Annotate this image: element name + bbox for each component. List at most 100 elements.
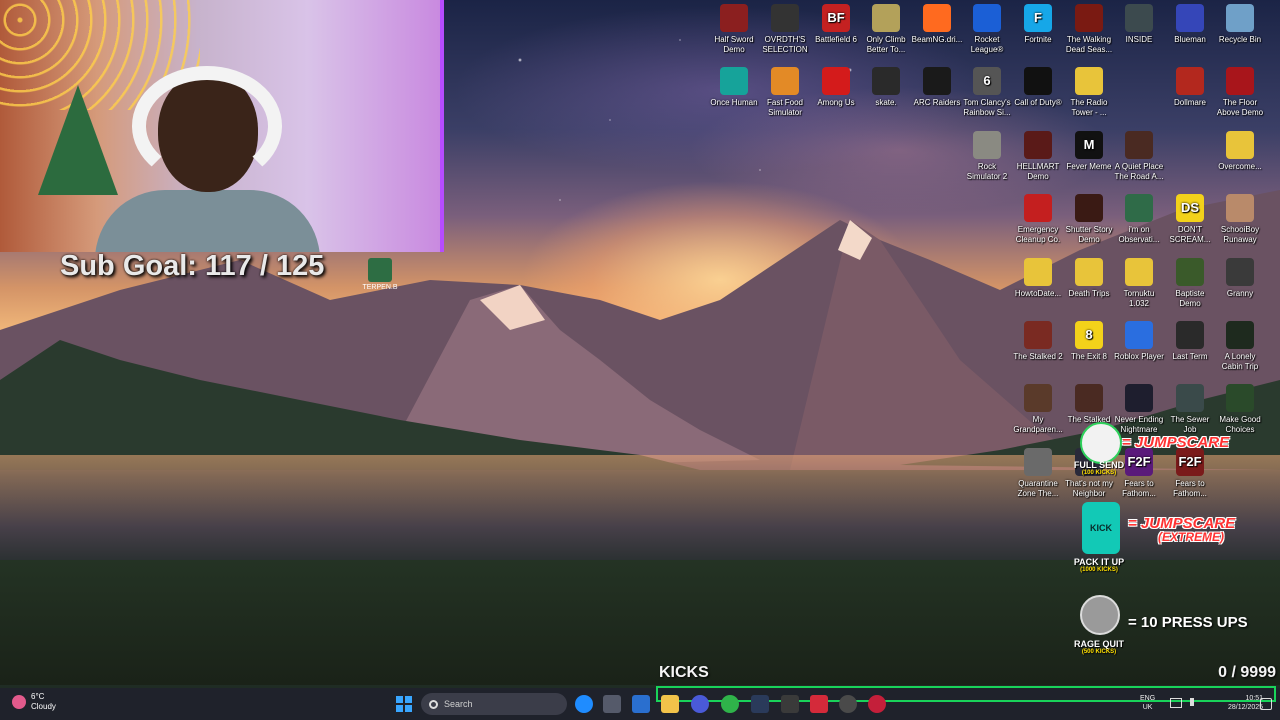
start-button[interactable] xyxy=(396,696,412,712)
desktop-icon[interactable]: Rocket League® xyxy=(961,4,1013,55)
edge-icon[interactable] xyxy=(575,695,593,713)
desktop-icon[interactable]: Quarantine Zone The... xyxy=(1012,448,1064,499)
desktop-icon[interactable]: Recycle Bin xyxy=(1214,4,1266,45)
desktop-icon[interactable]: 8 The Exit 8 xyxy=(1063,321,1115,362)
desktop-icon[interactable]: Only Climb Better To... xyxy=(860,4,912,55)
desktop-icon[interactable]: Emergency Cleanup Co. xyxy=(1012,194,1064,245)
desktop-icon[interactable]: The Stalked 2 xyxy=(1012,321,1064,362)
desktop-icon[interactable]: HowtoDate... xyxy=(1012,258,1064,299)
desktop-icon[interactable]: F2F Fears to Fathom... xyxy=(1164,448,1216,499)
desktop-icon[interactable]: Tornuktu 1.032 xyxy=(1113,258,1165,309)
store-icon[interactable] xyxy=(632,695,650,713)
desktop-icon[interactable]: Rock Simulator 2 xyxy=(961,131,1013,182)
search-placeholder: Search xyxy=(444,699,473,709)
windows-logo-icon xyxy=(405,705,412,712)
app-icon xyxy=(1024,321,1052,349)
desktop-icon-label: Shutter Story Demo xyxy=(1065,225,1113,244)
desktop-icon-label: Make Good Choices xyxy=(1219,415,1261,434)
sub-goal-counter: Sub Goal: 117 / 125 xyxy=(60,250,324,283)
steam-icon[interactable] xyxy=(751,695,769,713)
desktop-icon[interactable]: Shutter Story Demo xyxy=(1063,194,1115,245)
desktop-icon[interactable]: i'm on Observati... xyxy=(1113,194,1165,245)
desktop-icon-label: skate. xyxy=(875,98,897,107)
app-icon xyxy=(822,67,850,95)
desktop-icon-label: Granny xyxy=(1226,289,1254,298)
desktop-icon[interactable]: ARC Raiders xyxy=(911,67,963,108)
app-icon xyxy=(1125,4,1153,32)
desktop-icon-label: Fortnite xyxy=(1024,35,1052,44)
app-icon xyxy=(1226,67,1254,95)
full-send-label: FULL SEND xyxy=(1073,460,1125,470)
desktop-icon-label: Never Ending Nightmare xyxy=(1114,415,1164,434)
app-icon xyxy=(923,67,951,95)
app-icon xyxy=(1075,67,1103,95)
desktop-icon[interactable]: Death Trips xyxy=(1063,258,1115,299)
desktop-icon-label: Only Climb Better To... xyxy=(866,35,906,54)
desktop-icon[interactable]: The Walking Dead Seas... xyxy=(1063,4,1115,55)
weather-widget[interactable]: 6°C Cloudy xyxy=(12,692,56,712)
desktop-icon[interactable]: Once Human xyxy=(708,67,760,108)
volume-icon[interactable] xyxy=(1190,698,1204,706)
file-explorer-icon[interactable] xyxy=(661,695,679,713)
clock-date: 28/12/2025 xyxy=(1228,704,1264,711)
desktop-icon-label: Overcome... xyxy=(1218,162,1262,171)
full-send-cost: (100 KICKS) xyxy=(1081,470,1117,476)
desktop-icon[interactable]: A Lonely Cabin Trip xyxy=(1214,321,1266,372)
desktop-icon-terpen[interactable]: TERPEN.B xyxy=(362,258,398,291)
app-icon-red[interactable] xyxy=(868,695,886,713)
desktop-icon[interactable]: My Grandparen... xyxy=(1012,384,1064,435)
desktop-icon[interactable]: Overcome... xyxy=(1214,131,1266,172)
desktop-icon[interactable]: The Stalked xyxy=(1063,384,1115,425)
pack-it-up-caption: PACK IT UP (1000 KICKS) xyxy=(1059,557,1139,573)
desktop-icon[interactable]: M Fever Meme xyxy=(1063,131,1115,172)
desktop-icon[interactable]: skate. xyxy=(860,67,912,108)
clock[interactable]: 10:51 28/12/2025 xyxy=(1228,694,1263,712)
webcam-overlay xyxy=(0,0,444,252)
desktop-icon[interactable]: HELLMART Demo xyxy=(1012,131,1064,182)
app-icon xyxy=(1024,258,1052,286)
desktop-icon[interactable]: BF Battlefield 6 xyxy=(810,4,862,45)
kick-badge-text: KICK xyxy=(1090,523,1112,533)
desktop-icon[interactable]: INSIDE xyxy=(1113,4,1165,45)
chrome-icon[interactable] xyxy=(721,695,739,713)
desktop-icon[interactable]: The Floor Above Demo xyxy=(1214,67,1266,118)
taskbar-search[interactable]: Search xyxy=(421,693,567,715)
kick-suitcase-icon: KICK xyxy=(1082,502,1120,554)
desktop-icon[interactable]: Half Sword Demo xyxy=(708,4,760,55)
task-view-icon[interactable] xyxy=(603,695,621,713)
notification-icon[interactable] xyxy=(1260,698,1272,710)
language-indicator[interactable]: ENG UK xyxy=(1140,694,1155,712)
obs-icon[interactable] xyxy=(839,695,857,713)
language-code: ENG xyxy=(1140,695,1156,702)
desktop-icon[interactable]: F Fortnite xyxy=(1012,4,1064,45)
desktop-icon-label: Half Sword Demo xyxy=(714,35,754,54)
app-icon xyxy=(1125,131,1153,159)
desktop-icon[interactable]: The Sewer Job xyxy=(1164,384,1216,435)
capture-app-icon[interactable] xyxy=(810,695,828,713)
desktop-icon[interactable]: Make Good Choices xyxy=(1214,384,1266,435)
discord-icon[interactable] xyxy=(691,695,709,713)
desktop-icon-label: SchooiBoy Runaway xyxy=(1220,225,1260,244)
desktop-icon[interactable]: BeamNG.dri... xyxy=(911,4,963,45)
desktop-icon[interactable]: SchooiBoy Runaway xyxy=(1214,194,1266,245)
desktop-icon[interactable]: 6 Tom Clancy's Rainbow Si... xyxy=(961,67,1013,118)
desktop-icon[interactable]: Never Ending Nightmare xyxy=(1113,384,1165,435)
app-icon[interactable] xyxy=(781,695,799,713)
desktop-icon[interactable]: DS DON'T SCREAM... xyxy=(1164,194,1216,245)
desktop-icon[interactable]: Blueman xyxy=(1164,4,1216,45)
desktop-icon[interactable]: OVRDTH'S SELECTION xyxy=(759,4,811,55)
desktop-icon[interactable]: Roblox Player xyxy=(1113,321,1165,362)
desktop-icon[interactable]: The Radio Tower - ... xyxy=(1063,67,1115,118)
app-icon xyxy=(1024,194,1052,222)
desktop-icon[interactable]: Call of Duty® xyxy=(1012,67,1064,108)
desktop-icon[interactable]: Last Term xyxy=(1164,321,1216,362)
weather-text: 6°C Cloudy xyxy=(31,692,56,712)
desktop-icon[interactable]: Among Us xyxy=(810,67,862,108)
network-icon[interactable] xyxy=(1170,698,1182,708)
desktop-icon[interactable]: A Quiet Place The Road A... xyxy=(1113,131,1165,182)
desktop-icon[interactable]: Dollmare xyxy=(1164,67,1216,108)
desktop-icon[interactable]: Granny xyxy=(1214,258,1266,299)
desktop-icon[interactable]: Fast Food Simulator xyxy=(759,67,811,118)
desktop-icon[interactable]: Baptiste Demo xyxy=(1164,258,1216,309)
app-icon: 6 xyxy=(973,67,1001,95)
